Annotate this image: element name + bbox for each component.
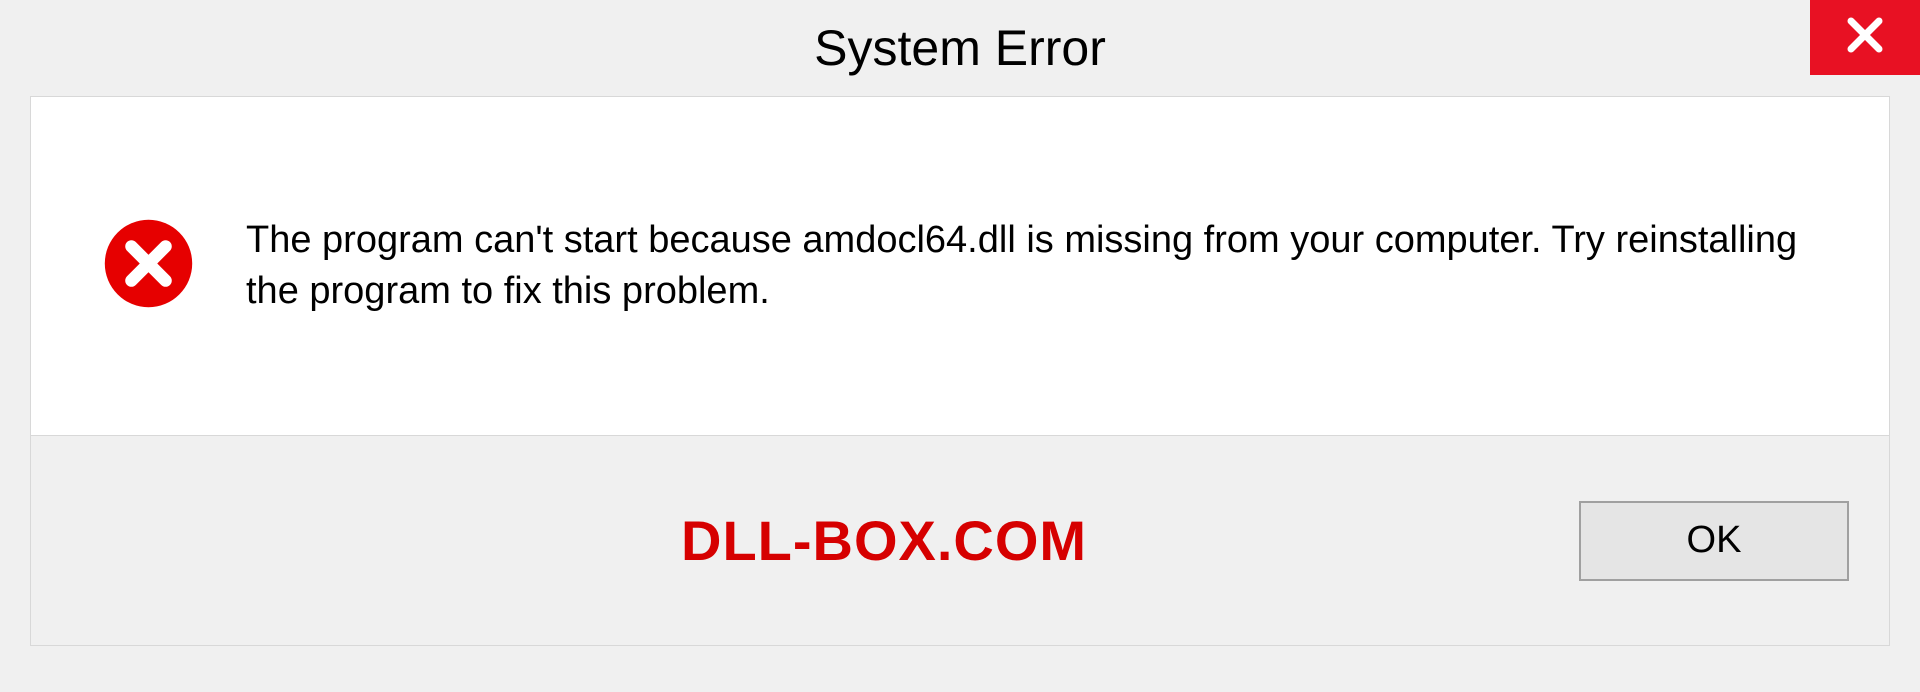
close-button[interactable] [1810, 0, 1920, 75]
ok-button[interactable]: OK [1579, 501, 1849, 581]
ok-button-label: OK [1687, 519, 1742, 562]
close-icon [1845, 15, 1885, 60]
titlebar: System Error [0, 0, 1920, 96]
window-title: System Error [814, 19, 1106, 77]
dialog-footer: DLL-BOX.COM OK [30, 436, 1890, 646]
error-icon [101, 216, 196, 316]
error-message: The program can't start because amdocl64… [246, 215, 1819, 318]
watermark-text: DLL-BOX.COM [681, 508, 1087, 573]
content-panel: The program can't start because amdocl64… [30, 96, 1890, 436]
